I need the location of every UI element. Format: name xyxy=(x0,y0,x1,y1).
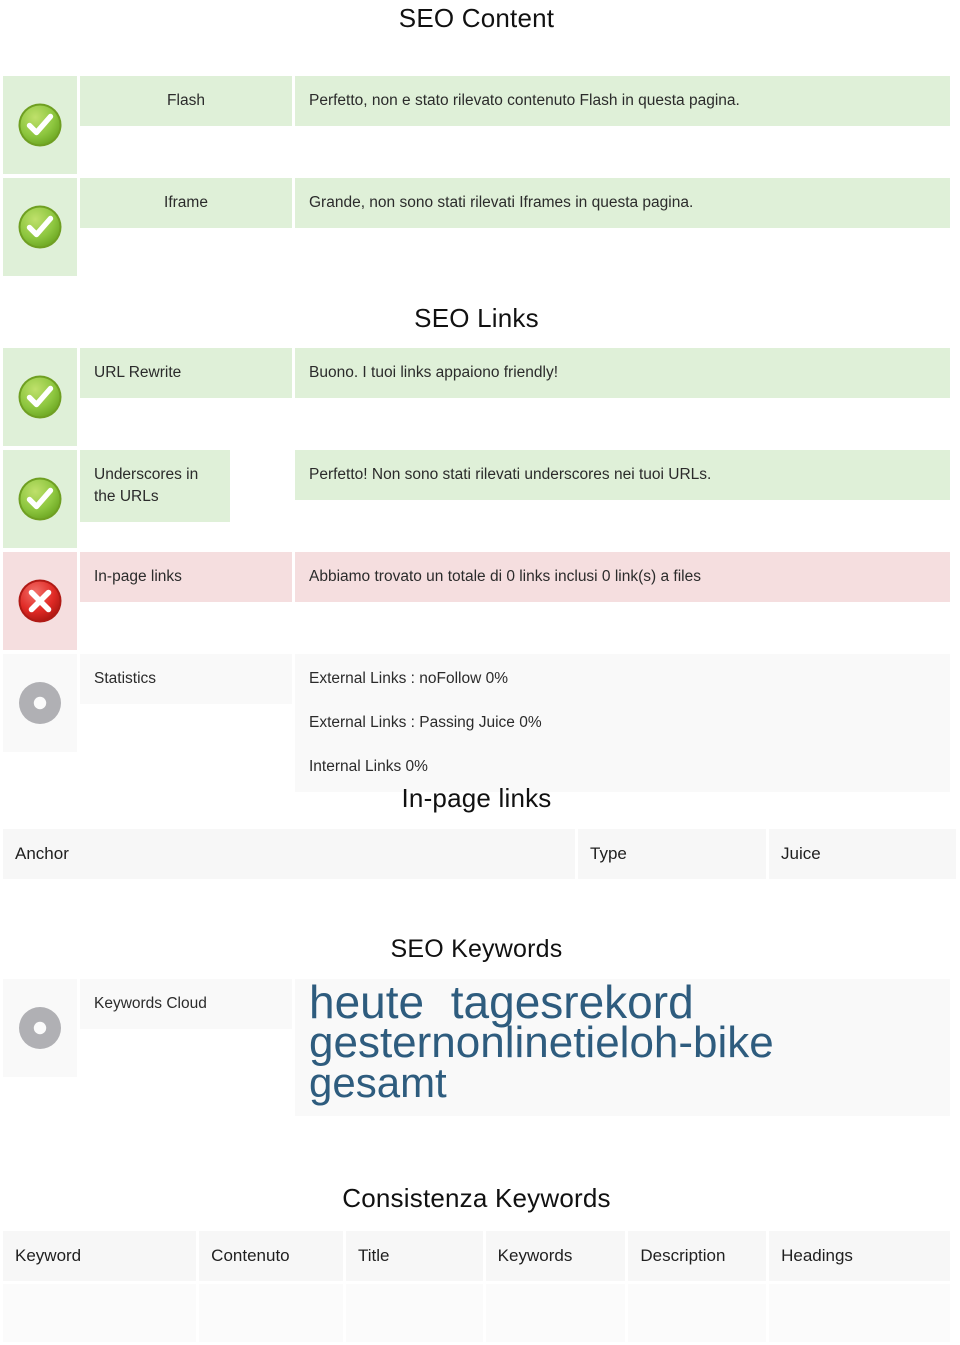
status-cell xyxy=(3,450,77,548)
table-header-row: Keyword Contenuto Title Keywords Descrip… xyxy=(3,1231,950,1281)
body-cell: Grande, non sono stati rilevati Iframes … xyxy=(295,178,950,276)
table-header-row: Anchor Type Juice xyxy=(3,829,956,879)
status-icon-wrap xyxy=(3,178,77,276)
empty-cell xyxy=(485,1284,626,1342)
keyword-tag[interactable]: tieloh-bike xyxy=(573,1018,774,1067)
status-cell xyxy=(3,654,77,792)
label-cell: Flash xyxy=(80,76,292,174)
table-row: Keywords Cloud heute tagesrekord gestern… xyxy=(3,979,950,1117)
statistics-line: External Links : Passing Juice 0% xyxy=(309,714,542,731)
row-label: Keywords Cloud xyxy=(80,979,292,1029)
consistenza-keywords-title: Consistenza Keywords xyxy=(342,1183,611,1213)
column-header-juice[interactable]: Juice xyxy=(769,829,956,879)
body-cell: heute tagesrekord gesternonlinetieloh-bi… xyxy=(295,979,950,1117)
body-cell: Perfetto, non e stato rilevato contenuto… xyxy=(295,76,950,174)
status-icon-wrap xyxy=(3,552,77,650)
status-icon-wrap xyxy=(3,654,77,752)
row-label: Flash xyxy=(80,76,292,126)
status-cell xyxy=(3,552,77,650)
row-label: URL Rewrite xyxy=(80,348,292,398)
label-cell: Statistics xyxy=(80,654,292,792)
green-check-icon xyxy=(18,375,62,419)
statistics-line: External Links : noFollow 0% xyxy=(309,670,509,687)
table-row: URL Rewrite Buono. I tuoi links appaiono… xyxy=(3,348,950,446)
row-text: Grande, non sono stati rilevati Iframes … xyxy=(295,178,950,228)
statistics-line: Internal Links 0% xyxy=(309,758,428,775)
row-text: Perfetto, non e stato rilevato contenuto… xyxy=(295,76,950,126)
seo-links-title: SEO Links xyxy=(414,303,539,333)
column-header-description[interactable]: Description xyxy=(628,1231,767,1281)
empty-cell xyxy=(769,1284,950,1342)
in-page-links-title: In-page links xyxy=(401,783,552,813)
green-check-icon xyxy=(18,205,62,249)
empty-cell xyxy=(346,1284,483,1342)
column-header-type[interactable]: Type xyxy=(578,829,766,879)
seo-keywords-title: SEO Keywords xyxy=(390,935,563,963)
green-check-icon xyxy=(18,477,62,521)
status-icon-wrap xyxy=(3,979,77,1077)
table-row: In-page links Abbiamo trovato un totale … xyxy=(3,552,950,650)
gray-donut-icon xyxy=(19,1007,61,1049)
seo-content-table: Flash Perfetto, non e stato rilevato con… xyxy=(0,72,953,280)
gray-donut-icon xyxy=(19,682,61,724)
label-cell: URL Rewrite xyxy=(80,348,292,446)
label-cell: In-page links xyxy=(80,552,292,650)
status-icon-wrap xyxy=(3,76,77,174)
column-header-anchor[interactable]: Anchor xyxy=(3,829,575,879)
column-header-title[interactable]: Title xyxy=(346,1231,483,1281)
row-label: Underscores in the URLs xyxy=(80,450,230,522)
keyword-tag[interactable]: gesamt xyxy=(309,1059,447,1106)
empty-cell xyxy=(199,1284,344,1342)
row-label: Statistics xyxy=(80,654,292,704)
body-cell: External Links : noFollow 0% External Li… xyxy=(295,654,950,792)
column-header-headings[interactable]: Headings xyxy=(769,1231,950,1281)
table-row: Underscores in the URLs Perfetto! Non so… xyxy=(3,450,950,548)
seo-report-page: SEO Content Flash Perfetto, non e stato … xyxy=(0,0,960,1342)
column-header-contenuto[interactable]: Contenuto xyxy=(199,1231,344,1281)
column-header-keyword[interactable]: Keyword xyxy=(3,1231,197,1281)
status-icon-wrap xyxy=(3,450,77,548)
statistics-list: External Links : noFollow 0% External Li… xyxy=(295,654,950,792)
body-cell: Buono. I tuoi links appaiono friendly! xyxy=(295,348,950,446)
seo-links-table: URL Rewrite Buono. I tuoi links appaiono… xyxy=(0,344,953,796)
label-cell: Underscores in the URLs xyxy=(80,450,292,548)
row-label: In-page links xyxy=(80,552,292,602)
consistenza-keywords-table: Keyword Contenuto Title Keywords Descrip… xyxy=(0,1228,953,1345)
empty-cell xyxy=(628,1284,767,1342)
column-header-keywords[interactable]: Keywords xyxy=(485,1231,626,1281)
status-cell xyxy=(3,178,77,276)
keywords-cloud: heute tagesrekord gesternonlinetieloh-bi… xyxy=(295,979,950,1117)
empty-cell xyxy=(3,1284,197,1342)
table-row: Iframe Grande, non sono stati rilevati I… xyxy=(3,178,950,276)
table-row: Flash Perfetto, non e stato rilevato con… xyxy=(3,76,950,174)
status-cell xyxy=(3,979,77,1116)
in-page-links-table: Anchor Type Juice xyxy=(0,826,959,882)
status-cell xyxy=(3,348,77,446)
row-text: Abbiamo trovato un totale di 0 links inc… xyxy=(295,552,950,602)
status-icon-wrap xyxy=(3,348,77,446)
status-cell xyxy=(3,76,77,174)
row-label: Iframe xyxy=(80,178,292,228)
keyword-tag[interactable]: online xyxy=(456,1018,573,1067)
seo-keywords-table: Keywords Cloud heute tagesrekord gestern… xyxy=(0,975,953,1120)
table-row xyxy=(3,1284,950,1342)
green-check-icon xyxy=(18,103,62,147)
row-text: Perfetto! Non sono stati rilevati unders… xyxy=(295,450,950,500)
label-cell: Keywords Cloud xyxy=(80,979,292,1116)
table-row: Statistics External Links : noFollow 0% … xyxy=(3,654,950,792)
body-cell: Perfetto! Non sono stati rilevati unders… xyxy=(295,450,950,548)
body-cell: Abbiamo trovato un totale di 0 links inc… xyxy=(295,552,950,650)
label-cell: Iframe xyxy=(80,178,292,276)
row-text: Buono. I tuoi links appaiono friendly! xyxy=(295,348,950,398)
seo-content-title: SEO Content xyxy=(398,3,555,33)
red-cross-icon xyxy=(18,579,62,623)
